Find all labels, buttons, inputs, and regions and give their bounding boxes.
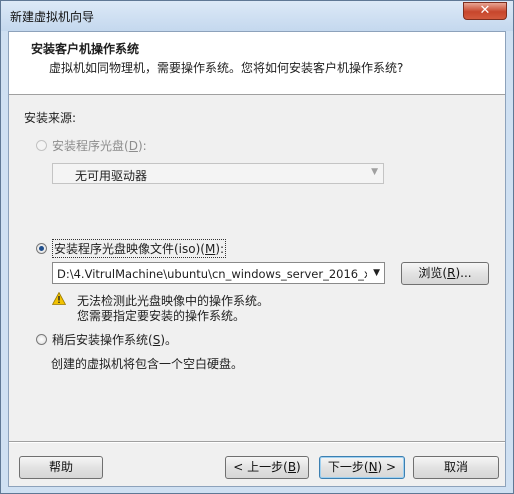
warning-icon [52,292,66,305]
chevron-down-icon: ▼ [371,167,378,177]
radio-option-later[interactable]: 稍后安装操作系统(S)。 [36,331,177,348]
radio-later-label: 稍后安装操作系统(S)。 [52,333,177,347]
radio-option-iso[interactable]: 安装程序光盘映像文件(iso)(M): [36,239,227,258]
chevron-down-icon[interactable]: ▼ [373,268,380,278]
radio-disc-label: 安装程序光盘(D): [52,139,147,153]
disc-drive-select[interactable]: 无可用驱动器 ▼ [52,163,384,184]
window-title: 新建虚拟机向导 [10,10,95,24]
radio-iso-label: 安装程序光盘映像文件(iso)(M): [52,239,227,258]
warning-text-line2: 您需要指定要安装的操作系统。 [77,309,246,323]
radio-iso-indicator[interactable] [36,243,47,254]
back-button[interactable]: < 上一步(B) [225,456,309,479]
radio-later-indicator[interactable] [36,334,47,345]
wizard-header: 安装客户机操作系统 虚拟机如同物理机，需要操作系统。您将如何安装客户机操作系统? [9,32,505,95]
iso-path-combobox[interactable]: D:\4.VitrulMachine\ubuntu\cn_windows_ser… [52,262,385,284]
disc-drive-value: 无可用驱动器 [75,169,148,183]
dialog-client: 安装客户机操作系统 虚拟机如同物理机，需要操作系统。您将如何安装客户机操作系统?… [8,31,506,487]
later-description: 创建的虚拟机将包含一个空白硬盘。 [51,357,244,371]
close-button[interactable]: ✕ [463,2,507,20]
next-button[interactable]: 下一步(N) > [319,456,405,479]
browse-button[interactable]: 浏览(R)... [401,262,489,285]
footer-divider [9,441,505,443]
close-icon: ✕ [479,3,491,18]
install-source-label: 安装来源: [24,111,77,125]
radio-disc-indicator[interactable] [36,140,47,151]
page-title: 安装客户机操作系统 [31,42,140,56]
cancel-button[interactable]: 取消 [413,456,499,479]
help-button[interactable]: 帮助 [19,456,103,479]
wizard-window: 新建虚拟机向导 ✕ 安装客户机操作系统 虚拟机如同物理机，需要操作系统。您将如何… [0,0,514,494]
page-subtitle: 虚拟机如同物理机，需要操作系统。您将如何安装客户机操作系统? [49,61,404,75]
title-bar[interactable]: 新建虚拟机向导 ✕ [1,1,513,31]
iso-path-value[interactable]: D:\4.VitrulMachine\ubuntu\cn_windows_ser… [57,267,367,281]
radio-option-disc[interactable]: 安装程序光盘(D): [36,137,147,154]
